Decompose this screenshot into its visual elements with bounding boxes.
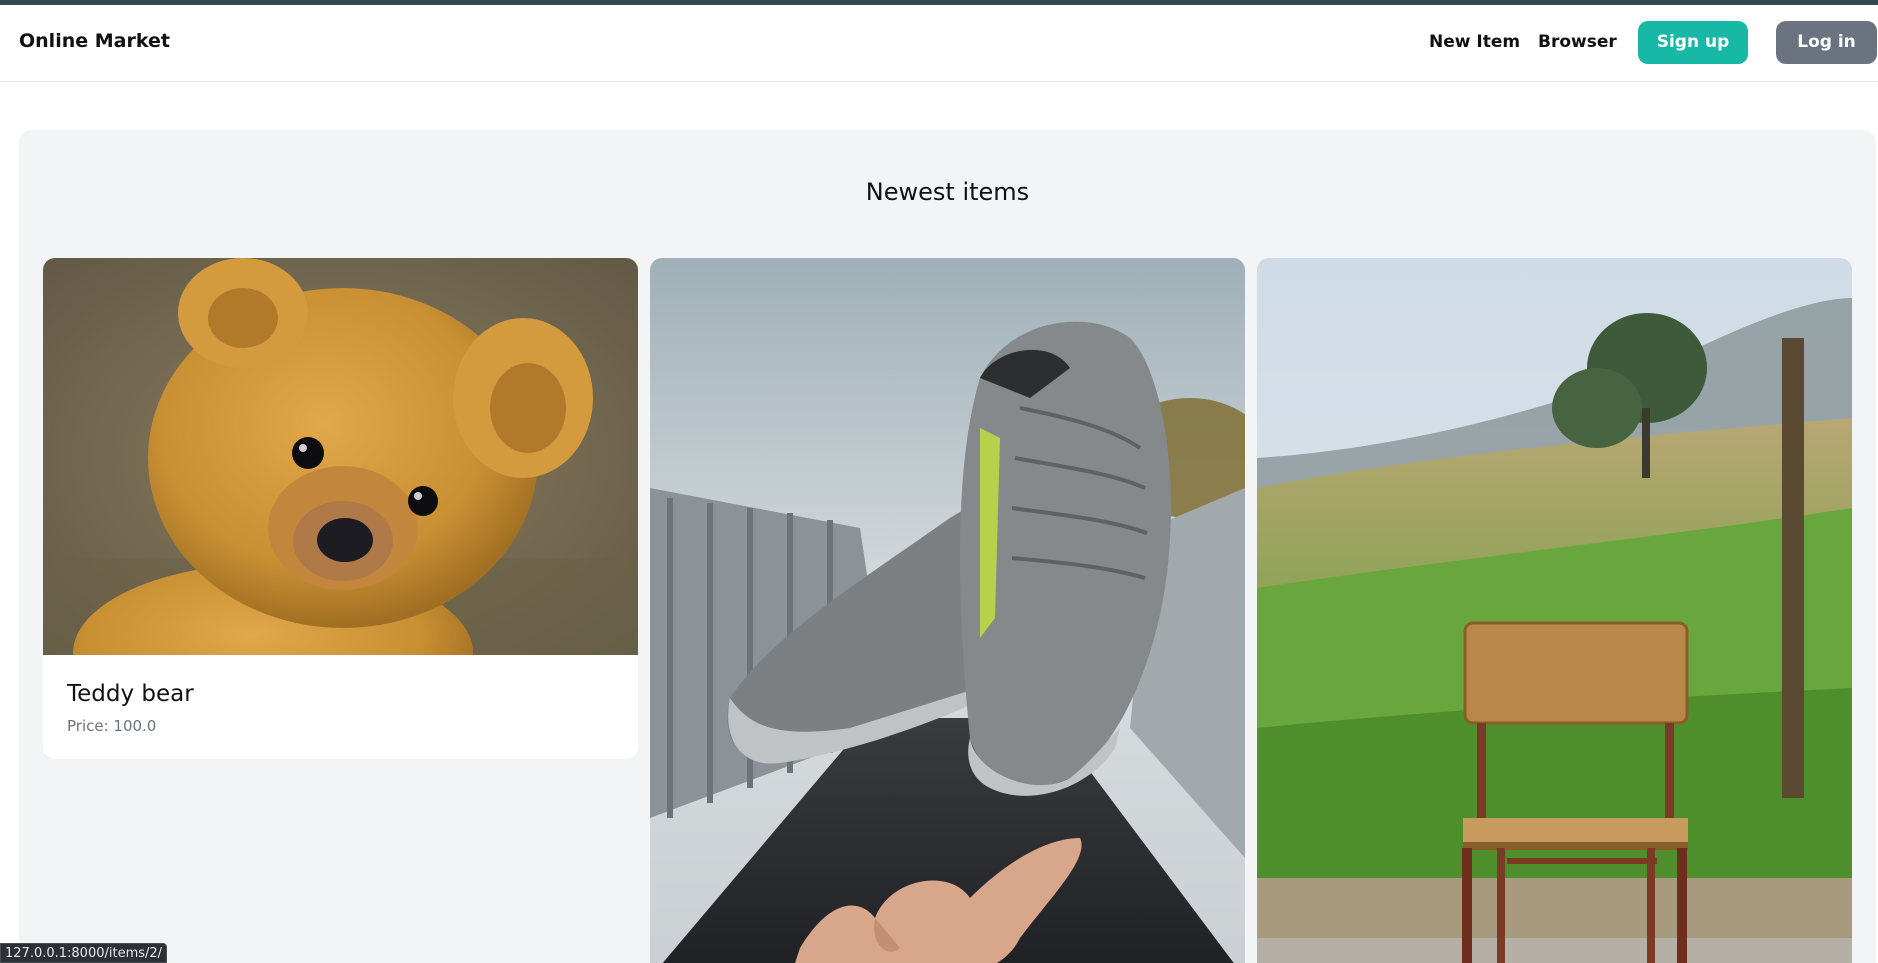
nav-new-item-link[interactable]: New Item [1429,32,1520,52]
item-card-chair[interactable] [1257,258,1852,963]
sign-up-button[interactable]: Sign up [1638,21,1748,64]
newest-items-panel: Newest items Teddy bear Price: 100.0 [19,130,1876,963]
status-bar-url: 127.0.0.1:8000/items/2/ [0,943,168,963]
log-in-button[interactable]: Log in [1776,21,1877,64]
item-price: Price: 100.0 [67,717,157,735]
navbar: Online Market New Item Browser Sign up L… [0,5,1878,82]
nav-browser-link[interactable]: Browser [1538,32,1617,52]
brand-link[interactable]: Online Market [19,30,170,52]
item-card-teddy-bear[interactable]: Teddy bear Price: 100.0 [43,258,638,759]
item-card-body: Teddy bear Price: 100.0 [43,655,638,759]
item-card-sneakers[interactable] [650,258,1245,963]
item-name: Teddy bear [67,681,194,707]
wooden-chair-photo [1257,258,1852,963]
teddy-bear-photo [43,258,638,655]
section-title: Newest items [865,178,1030,206]
sneakers-photo [650,258,1245,963]
